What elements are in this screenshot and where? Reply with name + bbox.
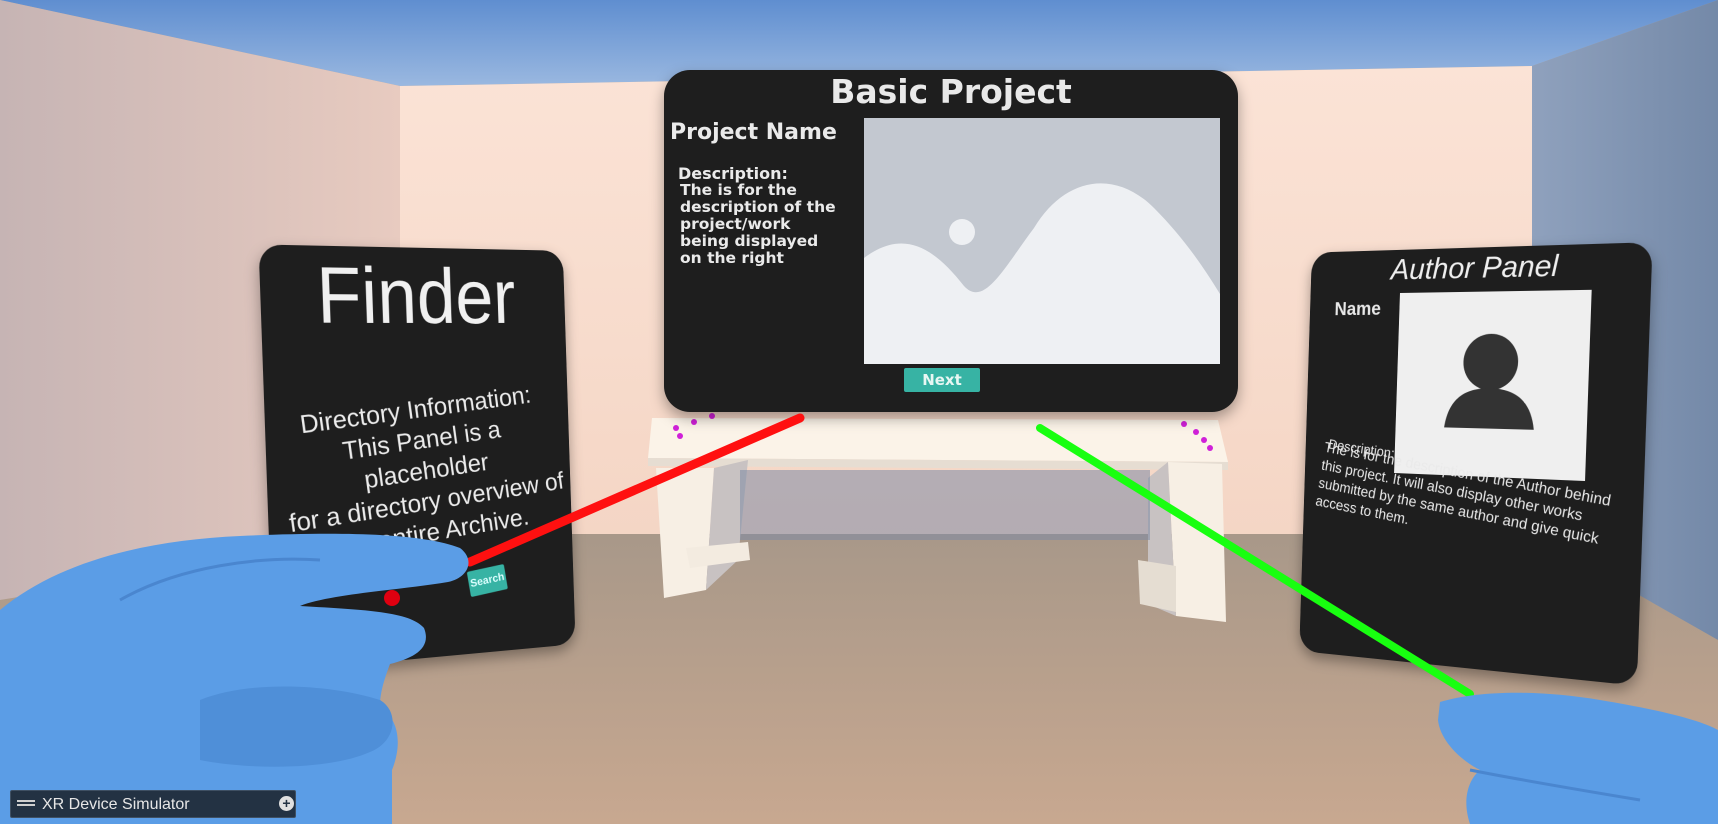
vr-scene: Basic Project Project Name Description: … bbox=[0, 0, 1718, 824]
xr-device-simulator-bar[interactable]: XR Device Simulator + bbox=[10, 790, 296, 818]
expand-plus-icon[interactable]: + bbox=[279, 796, 294, 811]
left-ray-line bbox=[465, 413, 805, 567]
drag-handle-icon[interactable] bbox=[17, 800, 35, 802]
left-ray-hit-marker bbox=[384, 590, 400, 606]
controllers-overlay bbox=[0, 413, 1718, 824]
left-hand-icon bbox=[0, 533, 469, 824]
right-ray-line bbox=[1036, 424, 1474, 698]
right-hand-icon bbox=[1438, 692, 1718, 824]
simulator-label: XR Device Simulator bbox=[42, 796, 190, 813]
